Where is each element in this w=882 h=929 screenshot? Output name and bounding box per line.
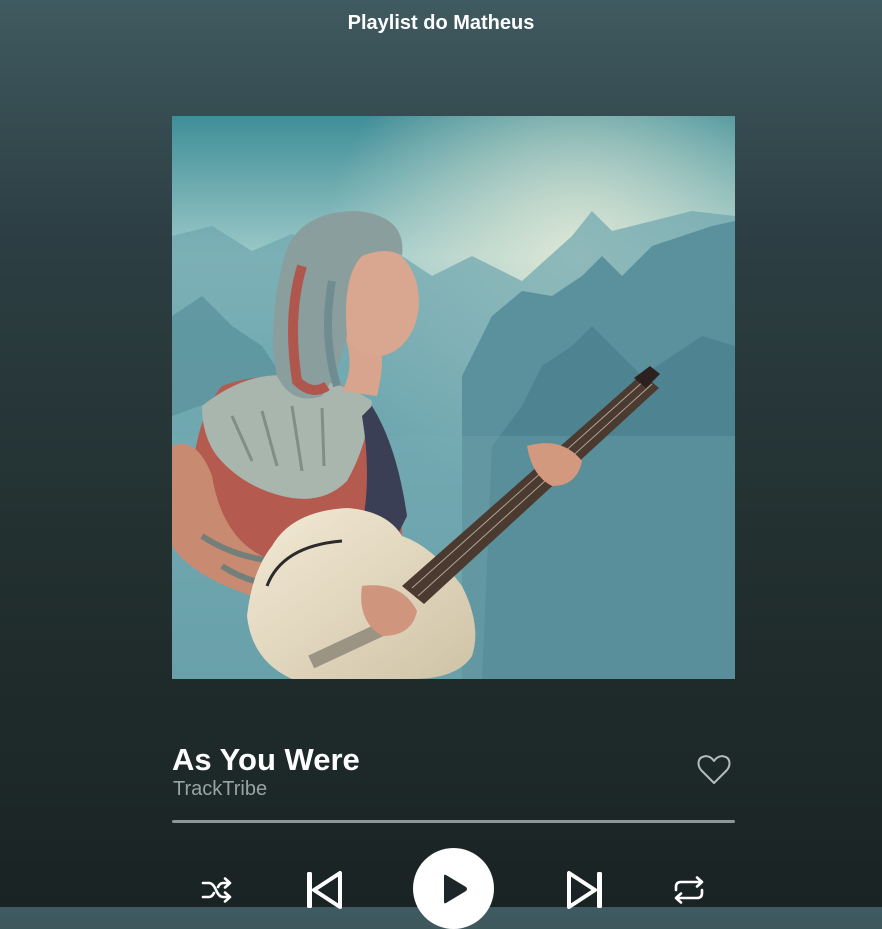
skip-next-icon <box>567 871 602 909</box>
playlist-title: Playlist do Matheus <box>347 12 535 34</box>
shuffle-icon <box>201 877 232 903</box>
track-artist: TrackTribe <box>173 778 268 800</box>
track-title: As You Were <box>172 742 360 777</box>
progress-bar[interactable] <box>172 820 735 823</box>
album-cover <box>172 116 735 679</box>
track-info: As You Were TrackTribe <box>172 742 735 802</box>
like-button[interactable] <box>697 754 731 786</box>
heart-icon <box>697 755 731 784</box>
shuffle-button[interactable] <box>200 873 234 907</box>
skip-previous-icon <box>307 871 342 909</box>
repeat-button[interactable] <box>671 873 707 907</box>
play-button[interactable] <box>413 848 494 929</box>
previous-button[interactable] <box>305 870 343 910</box>
play-icon <box>444 874 467 904</box>
next-button[interactable] <box>566 870 604 910</box>
repeat-icon <box>674 876 704 904</box>
